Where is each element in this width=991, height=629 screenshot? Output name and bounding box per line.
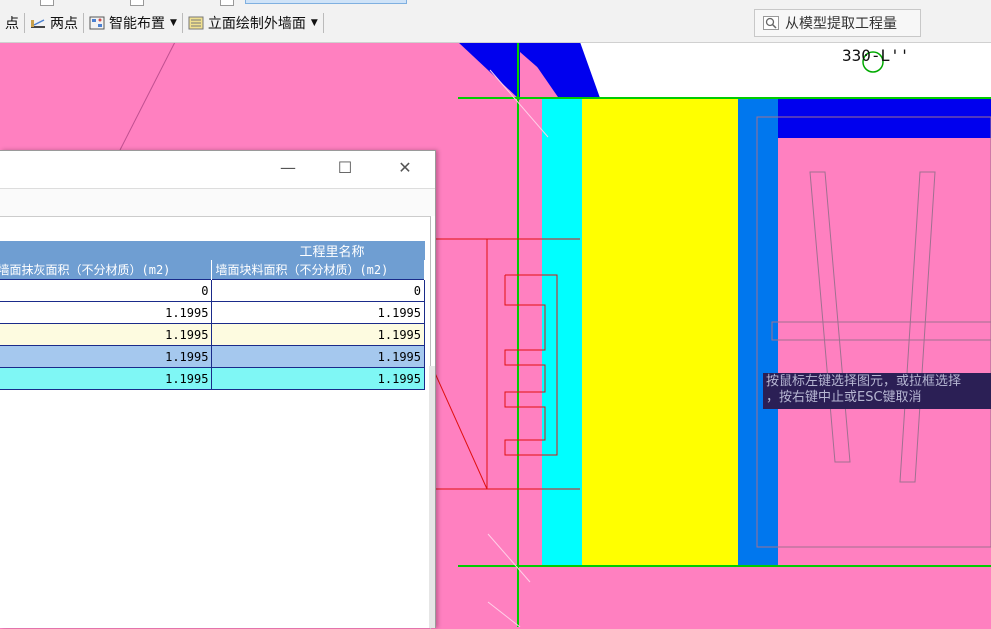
table-row[interactable]: 1.1995 1.1995 <box>0 301 425 324</box>
toolbar-separator <box>322 13 324 33</box>
tile-area-cell[interactable]: 1.1995 <box>211 323 425 346</box>
dark-blue-layer <box>778 98 991 138</box>
plaster-area-cell[interactable]: 1.1995 <box>0 367 213 390</box>
elevation-wall-button[interactable]: 立面绘制外墙面 ▼ <box>183 10 323 36</box>
plaster-area-cell[interactable]: 1.1995 <box>0 323 213 346</box>
cyan-layer <box>542 98 582 566</box>
blank-area <box>580 42 991 98</box>
table-row[interactable]: 0 0 <box>0 279 425 302</box>
checkbox-icon[interactable] <box>40 0 54 6</box>
elevation-wall-icon <box>188 16 204 30</box>
panel-toolbar-area <box>0 189 435 216</box>
grid-axis-label: 330-L'' <box>842 46 910 65</box>
dropdown-caret-icon: ▼ <box>310 18 318 28</box>
close-icon[interactable]: ✕ <box>385 153 425 183</box>
checkbox-icon[interactable] <box>130 0 144 6</box>
extract-quantity-label: 从模型提取工程量 <box>785 16 897 32</box>
line-draw-icon <box>31 19 45 28</box>
tile-area-cell[interactable]: 1.1995 <box>211 367 425 390</box>
status-tooltip: 按鼠标左键选择图元，或拉框选择 ，按右键中止或ESC键取消 <box>763 373 991 409</box>
table-row[interactable]: 1.1995 1.1995 <box>0 367 425 390</box>
tile-area-cell[interactable]: 1.1995 <box>211 345 425 368</box>
quantity-panel: — ☐ ✕ 工程里名称 墙面抹灰面积（不分材质）(m2) 墙面块料面积（不分材质… <box>0 150 436 629</box>
table-row[interactable]: 1.1995 1.1995 <box>0 323 425 346</box>
yellow-layer <box>582 98 738 566</box>
extract-quantity-button[interactable]: 从模型提取工程量 <box>754 9 921 37</box>
selected-tab-strip[interactable] <box>245 0 407 4</box>
tile-area-cell[interactable]: 1.1995 <box>211 301 425 324</box>
group-header: 工程里名称 <box>0 241 425 260</box>
toolbar: 点 两点 智能布置 ▼ 立面绘制外墙面 ▼ 从模型提取工程量 <box>0 0 991 43</box>
tooltip-line-2: ，按右键中止或ESC键取消 <box>766 390 922 405</box>
vertical-scrollbar[interactable] <box>429 366 435 628</box>
point-button[interactable]: 点 <box>0 10 24 36</box>
minimize-icon[interactable]: — <box>268 153 308 183</box>
pink-room-area <box>778 138 991 566</box>
column-header-plaster-area[interactable]: 墙面抹灰面积（不分材质）(m2) <box>0 260 213 280</box>
two-points-button[interactable]: 两点 <box>25 10 83 36</box>
column-header-tile-area[interactable]: 墙面块料面积（不分材质）(m2) <box>211 260 425 280</box>
tooltip-line-1: 按鼠标左键选择图元，或拉框选择 <box>766 374 962 389</box>
point-label: 点 <box>5 16 19 32</box>
smart-layout-icon <box>89 16 105 30</box>
table-column-header-row: 墙面抹灰面积（不分材质）(m2) 墙面块料面积（不分材质）(m2) <box>0 260 425 280</box>
two-points-label: 两点 <box>50 16 78 32</box>
quantity-table-wrap: 工程里名称 墙面抹灰面积（不分材质）(m2) 墙面块料面积（不分材质）(m2) … <box>0 241 425 390</box>
smart-layout-button[interactable]: 智能布置 ▼ <box>84 10 182 36</box>
checkbox-icon[interactable] <box>220 0 234 6</box>
smart-layout-label: 智能布置 <box>109 16 165 32</box>
maximize-icon[interactable]: ☐ <box>325 153 365 183</box>
toolbar-top-strip <box>0 0 991 6</box>
elevation-wall-label: 立面绘制外墙面 <box>207 16 306 32</box>
table-group-header-row: 工程里名称 <box>0 241 425 260</box>
plaster-area-cell[interactable]: 1.1995 <box>0 301 213 324</box>
tile-area-cell[interactable]: 0 <box>211 279 425 302</box>
table-row[interactable]: 1.1995 1.1995 <box>0 345 425 368</box>
toolbar-row: 点 两点 智能布置 ▼ 立面绘制外墙面 ▼ <box>0 8 324 38</box>
dropdown-caret-icon: ▼ <box>170 18 177 28</box>
magnifier-icon <box>763 16 779 30</box>
plaster-area-cell[interactable]: 1.1995 <box>0 345 213 368</box>
plaster-area-cell[interactable]: 0 <box>0 279 213 302</box>
quantity-table: 工程里名称 墙面抹灰面积（不分材质）(m2) 墙面块料面积（不分材质）(m2) … <box>0 241 425 390</box>
